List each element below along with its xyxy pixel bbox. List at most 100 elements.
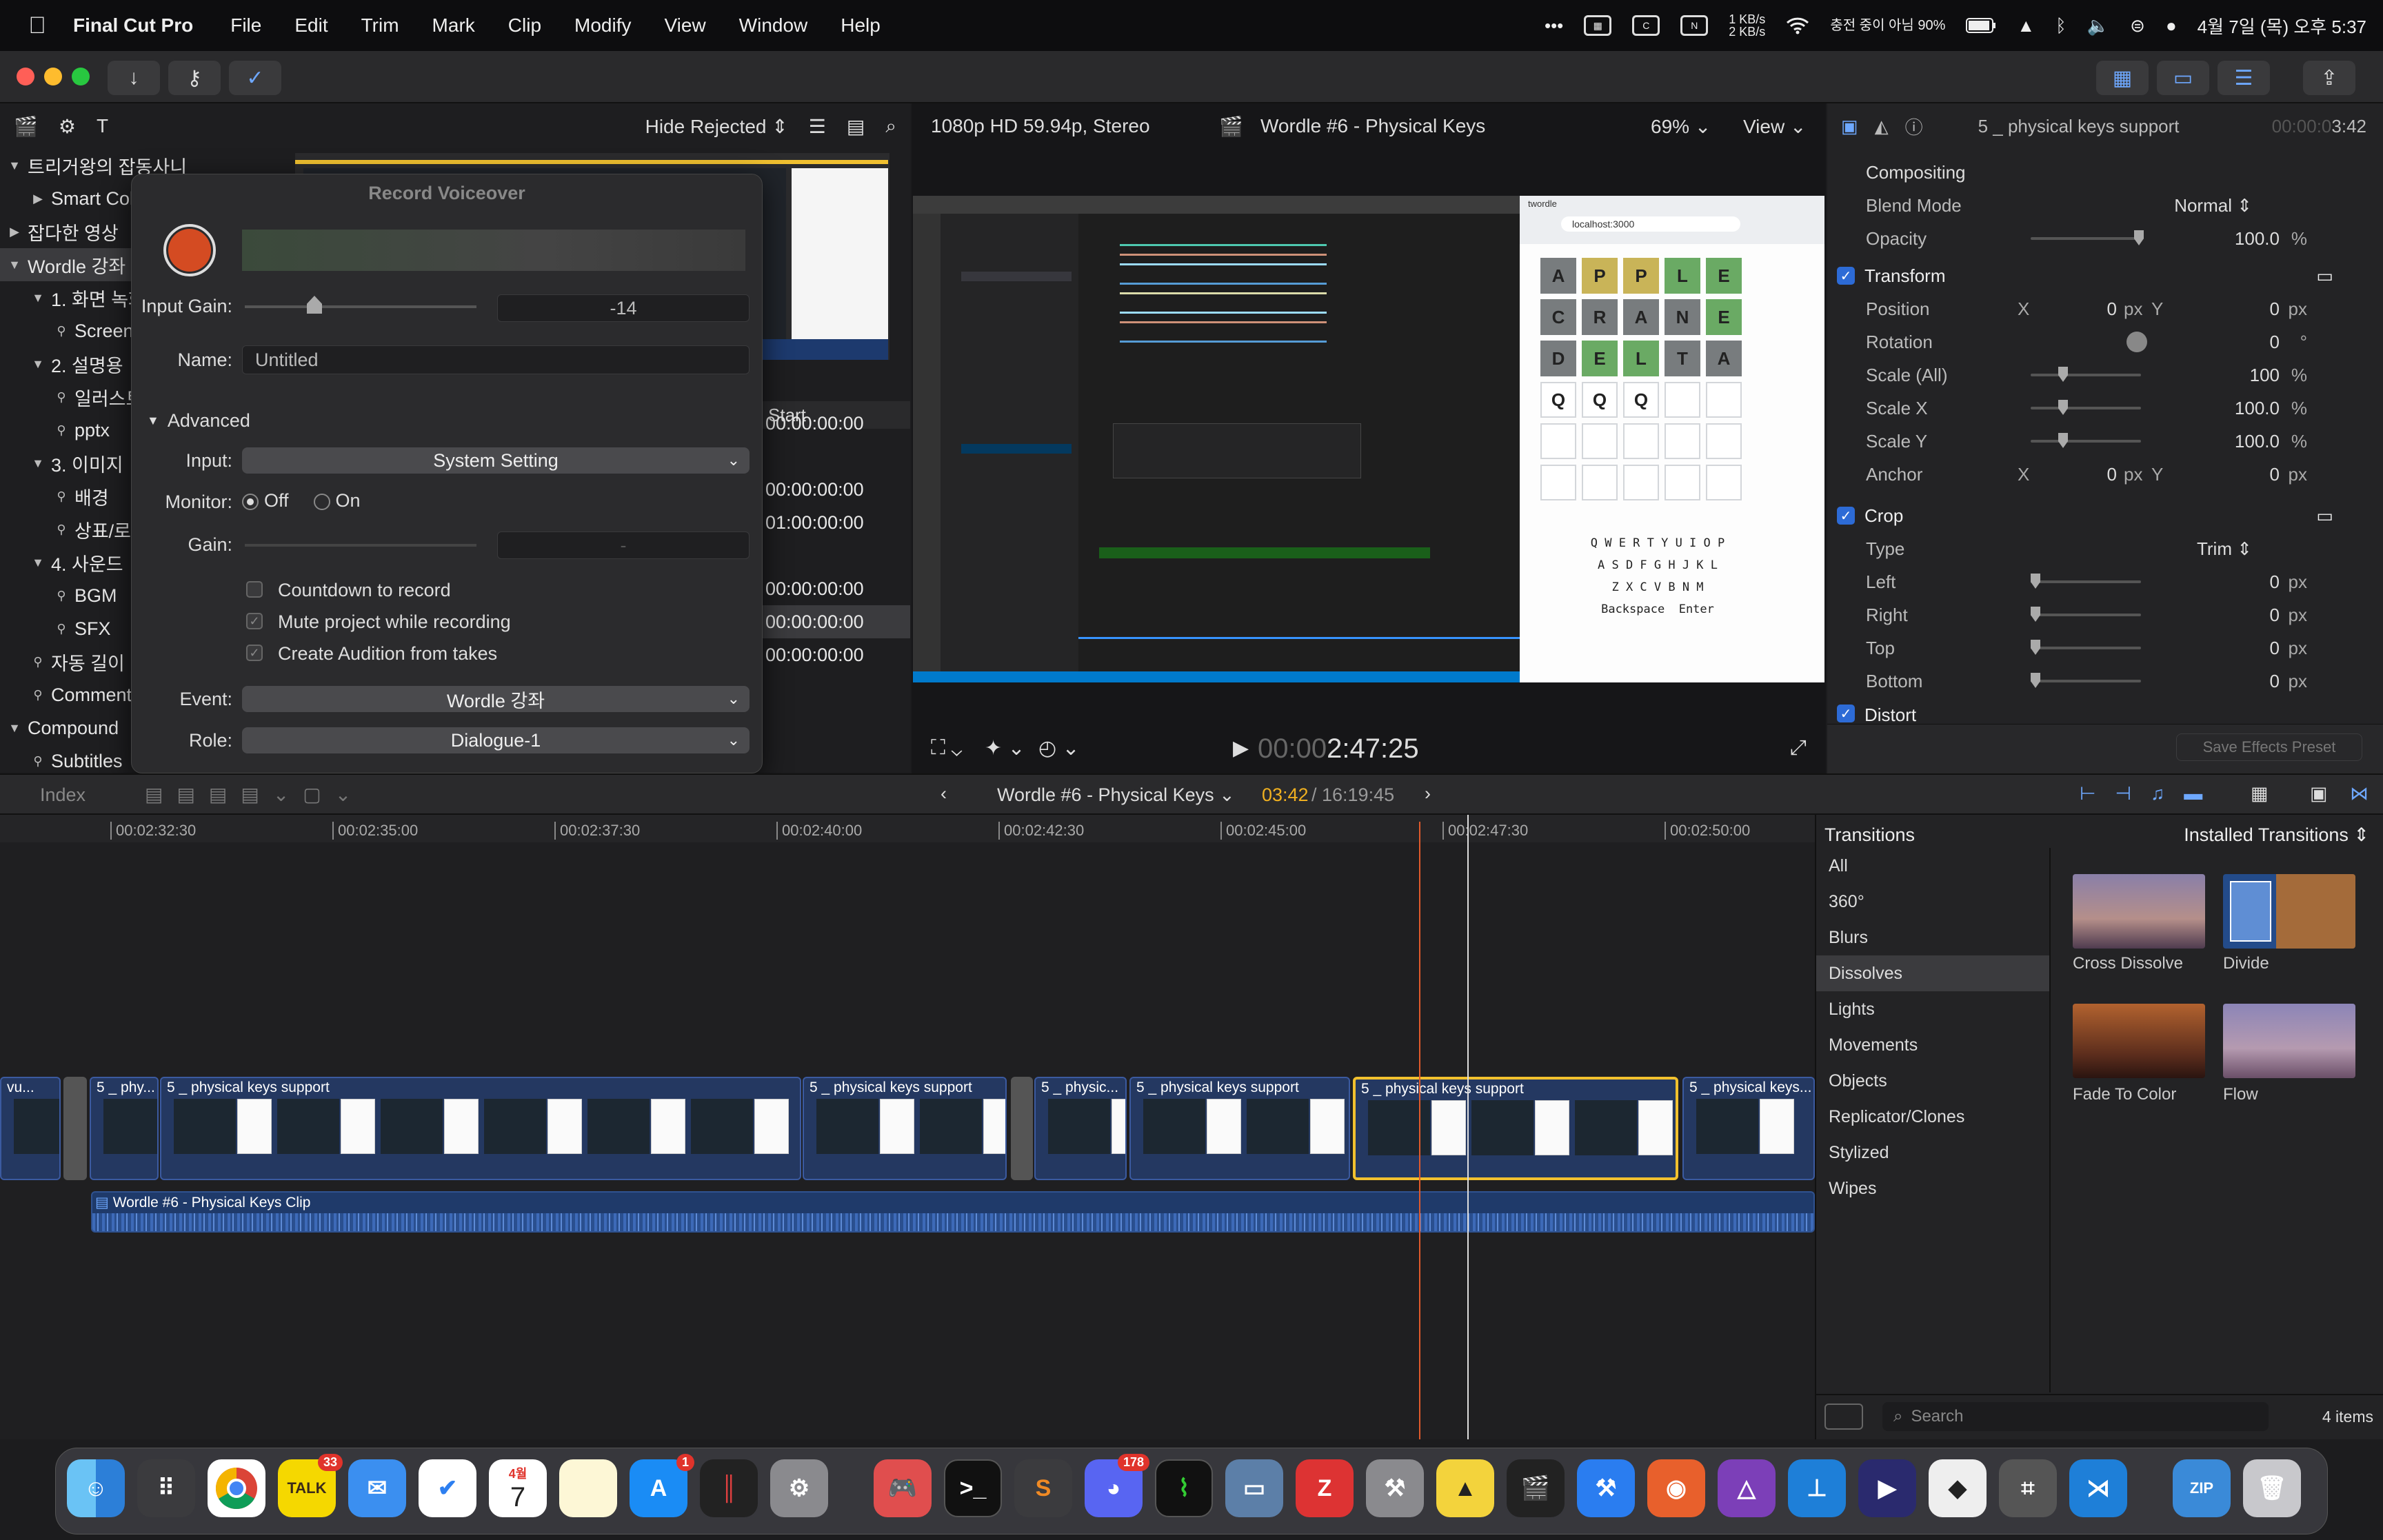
share-icon[interactable]: ⇪ (2303, 61, 2355, 95)
siri-icon[interactable]: ● (2166, 15, 2177, 37)
history-back-icon[interactable]: ‹ (941, 783, 947, 804)
instruments-icon[interactable]: ▲ (1436, 1459, 1494, 1517)
position-y-value[interactable]: 0 (2270, 298, 2280, 320)
system-settings-icon[interactable]: ⚙ (770, 1459, 828, 1517)
todo-icon[interactable]: ✔ (419, 1459, 476, 1517)
final-cut-pro-icon[interactable]: 🎬 (1507, 1459, 1565, 1517)
preview-icon[interactable]: ▭ (1225, 1459, 1283, 1517)
video-clip[interactable]: 5 _ phy... (90, 1077, 159, 1180)
gain-field[interactable]: - (497, 531, 750, 559)
firefox-icon[interactable]: ◉ (1647, 1459, 1705, 1517)
event-popup[interactable]: Wordle 강좌 ⌄ (242, 686, 750, 712)
gain-slider[interactable] (245, 544, 476, 547)
keywords-icon[interactable]: ⚷ (168, 61, 221, 95)
vscode-icon[interactable]: ⋊ (2069, 1459, 2127, 1517)
background-tasks-icon[interactable]: ✓ (229, 61, 281, 95)
inspector-toggle-icon[interactable]: ☰ (2218, 61, 2270, 95)
close-window-button[interactable] (17, 68, 34, 85)
transition-category[interactable]: Dissolves (1816, 955, 2049, 991)
disclosure-open-icon[interactable]: ▼ (7, 159, 22, 173)
scale-y-value[interactable]: 100.0 (2235, 431, 2280, 452)
fox-app-icon[interactable]: ◆ (1929, 1459, 1987, 1517)
crop-onscreen-icon[interactable]: ▭ (2316, 505, 2333, 527)
transitions-browser-icon[interactable]: ⋈ (2350, 783, 2369, 804)
bluetooth-icon[interactable]: ᛒ (2055, 15, 2067, 37)
color-inspector-icon[interactable]: ◭ (1875, 116, 1889, 137)
video-clip[interactable]: 5 _ physic... (1034, 1077, 1127, 1180)
user-icon[interactable]: ▲ (2017, 15, 2035, 37)
apple-menu-icon[interactable]:  (17, 12, 58, 39)
control-center-icon[interactable]: ⊜ (2130, 15, 2145, 37)
notes-icon[interactable] (559, 1459, 617, 1517)
transform-onscreen-icon[interactable]: ▭ (2316, 265, 2333, 287)
transform-checkbox[interactable]: ✓ (1837, 267, 1855, 285)
edit-buttons[interactable]: ▤▤▤▤⌄▢⌄ (145, 783, 365, 806)
timeline[interactable]: 00:02:32:30 00:02:35:00 00:02:37:30 00:02:4… (0, 815, 1815, 1439)
monitor-off-radio[interactable]: Off (242, 490, 289, 511)
display-icon[interactable]: ▦ (1584, 15, 1612, 36)
audio-clip[interactable]: ▤ Wordle #6 - Physical Keys Clip (91, 1191, 1815, 1233)
video-clip[interactable]: 5 _ physical keys support (160, 1077, 801, 1180)
monitor-on-radio[interactable]: On (313, 490, 361, 511)
photos-icon[interactable]: ⚙ (59, 115, 76, 138)
timecode-display[interactable]: 00:002:47:25 (1258, 733, 1419, 764)
crop-type-popup[interactable]: Trim ⇕ (2197, 538, 2252, 560)
menu-clip[interactable]: Clip (508, 14, 541, 37)
video-app-icon[interactable]: ▶ (1858, 1459, 1916, 1517)
advanced-disclosure[interactable]: ▼ Advanced (147, 410, 250, 432)
kakaotalk-icon[interactable]: TALK 33 (278, 1454, 343, 1517)
record-button[interactable] (163, 224, 216, 276)
crop-bottom-slider[interactable] (2031, 673, 2141, 688)
crop-checkbox[interactable]: ✓ (1837, 507, 1855, 525)
video-clip[interactable]: 5 _ physical keys... (1682, 1077, 1815, 1180)
menu-modify[interactable]: Modify (574, 14, 631, 37)
input-popup[interactable]: System Setting ⌄ (242, 447, 750, 474)
launchpad-icon[interactable]: ⠿ (137, 1459, 195, 1517)
anchor-y-value[interactable]: 0 (2270, 464, 2280, 485)
rotation-dial[interactable] (2126, 332, 2147, 352)
speed-icon[interactable]: ◴ ⌄ (1038, 736, 1080, 760)
finder-icon[interactable]: ☺ (67, 1459, 125, 1517)
mute-project-checkbox[interactable]: ✓ (246, 613, 263, 629)
game-icon[interactable]: 🎮 (874, 1459, 932, 1517)
timeline-tool-icons[interactable]: ⊢⊣♫▬ (2080, 783, 2222, 804)
filter-popup[interactable]: Hide Rejected ⇕ (645, 115, 788, 138)
keyword-icon[interactable]: ⚲ (54, 489, 69, 504)
keynote-icon[interactable]: ⊥ (1788, 1459, 1846, 1517)
enhance-icon[interactable]: ✦ ⌄ (985, 736, 1025, 760)
crop-left-slider[interactable] (2031, 574, 2141, 589)
crop-right-value[interactable]: 0 (2270, 605, 2280, 626)
zoom-window-button[interactable] (72, 68, 90, 85)
keyword-icon[interactable]: ⚲ (54, 423, 69, 438)
disclosure-open-icon[interactable]: ▼ (30, 357, 46, 372)
volume-icon[interactable]: 🔈 (2087, 15, 2109, 37)
menu-file[interactable]: File (230, 14, 261, 37)
role-popup[interactable]: Dialogue-1 ⌄ (242, 727, 750, 753)
view-popup[interactable]: View ⌄ (1743, 115, 1806, 138)
position-x-value[interactable]: 0 (2089, 298, 2117, 320)
save-effects-preset-button[interactable]: Save Effects Preset (2176, 733, 2362, 761)
disclosure-closed-icon[interactable]: ▶ (7, 225, 22, 239)
transform-tool-icon[interactable]: ⛶ ⌄ (931, 736, 963, 760)
battery-status[interactable]: 충전 중이 아님 90% (1830, 19, 1945, 32)
menu-help[interactable]: Help (841, 14, 881, 37)
trash-icon[interactable]: 🗑 (2243, 1459, 2301, 1517)
effects-browser-icon[interactable]: ▣ (2310, 783, 2328, 804)
titles-icon[interactable]: T (97, 115, 108, 137)
clip-appearance-icon[interactable]: ☰ (809, 115, 826, 138)
xcode-tools-icon[interactable]: ⚒ (1366, 1459, 1424, 1517)
anchor-x-value[interactable]: 0 (2089, 464, 2117, 485)
battery-icon[interactable] (1966, 18, 1996, 33)
timeline-ruler[interactable]: 00:02:32:30 00:02:35:00 00:02:37:30 00:02:4… (0, 815, 1815, 842)
fade-to-color-thumbnail[interactable] (2073, 1004, 2205, 1078)
divide-thumbnail[interactable] (2223, 874, 2355, 949)
status-icon-n[interactable]: N (1680, 15, 1709, 36)
affinity-photo-icon[interactable]: △ (1718, 1459, 1776, 1517)
activity-monitor-icon[interactable]: ⌇ (1155, 1459, 1213, 1517)
crop-header[interactable]: ✓ Crop ▭ (1837, 499, 2375, 532)
input-gain-field[interactable]: -14 (497, 294, 750, 322)
video-clip[interactable]: 5 _ physical keys support (803, 1077, 1007, 1180)
transitions-search-field[interactable]: ⌕ Search (1882, 1402, 2269, 1431)
disclosure-open-icon[interactable]: ▼ (30, 456, 46, 471)
menu-view[interactable]: View (664, 14, 705, 37)
